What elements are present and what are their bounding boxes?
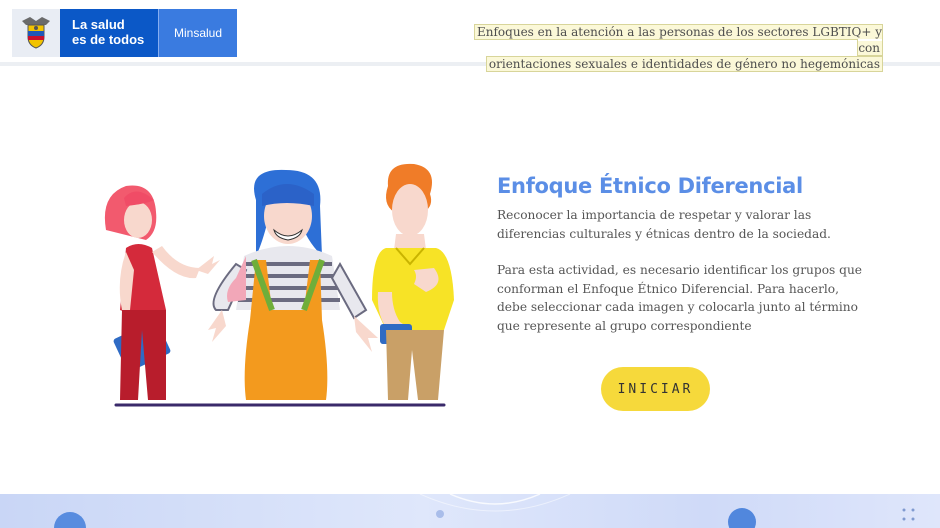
- logo-line-2: es de todos: [72, 32, 145, 47]
- young-man-figure: [372, 163, 454, 400]
- start-button[interactable]: INICIAR: [601, 367, 710, 411]
- header: La salud es de todos Minsalud Enfoques e…: [0, 0, 940, 72]
- logo-line-1: La salud: [72, 17, 125, 32]
- course-title-line-1: Enfoques en la atención a las personas d…: [474, 24, 883, 56]
- footer-decoration: [0, 494, 940, 528]
- minsalud-logo[interactable]: La salud es de todos Minsalud: [12, 9, 237, 57]
- nurse-figure: [104, 185, 220, 400]
- activity-instructions: Para esta actividad, es necesario identi…: [497, 263, 863, 333]
- diverse-people-illustration: [96, 160, 456, 410]
- student-figure: [208, 169, 378, 400]
- course-title-line-2: orientaciones sexuales e identidades de …: [485, 56, 884, 72]
- activity-intro: Enfoque Étnico Diferencial Reconocer la …: [497, 174, 867, 335]
- logo-tagline: La salud es de todos: [60, 9, 158, 57]
- activity-title: Enfoque Étnico Diferencial: [497, 174, 803, 198]
- activity-description: Reconocer la importancia de respetar y v…: [497, 208, 831, 241]
- course-title: Enfoques en la atención a las personas d…: [462, 24, 884, 72]
- logo-ministry: Minsalud: [158, 9, 237, 57]
- coat-of-arms-icon: [12, 9, 60, 57]
